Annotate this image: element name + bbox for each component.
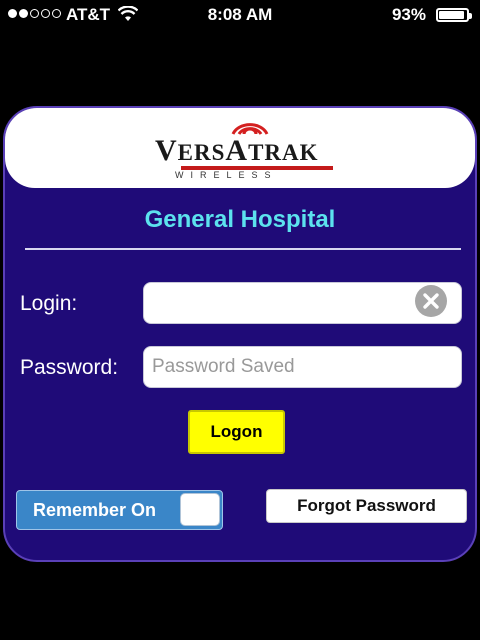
password-label: Password:	[20, 356, 119, 379]
clear-icon[interactable]	[415, 285, 447, 317]
brand-name: VERSATRAK	[155, 134, 319, 167]
versatrak-logo: VERSATRAK WIRELESS	[155, 118, 340, 182]
logo-header: VERSATRAK WIRELESS	[5, 108, 475, 188]
remember-toggle-label: Remember On	[33, 500, 157, 520]
brand-subtitle: WIRELESS	[175, 170, 278, 180]
login-card: VERSATRAK WIRELESS General Hospital Logi…	[3, 106, 477, 562]
status-bar: AT&T 8:08 AM 93%	[0, 0, 480, 30]
remember-toggle[interactable]: Remember On	[16, 490, 223, 530]
logon-button[interactable]: Logon	[188, 410, 285, 454]
hospital-title: General Hospital	[144, 206, 336, 233]
battery-icon	[436, 8, 472, 22]
battery-percent: 93%	[391, 5, 426, 24]
forgot-password-button[interactable]: Forgot Password	[266, 489, 467, 523]
title-divider	[25, 248, 461, 250]
login-label: Login:	[20, 292, 78, 315]
toggle-knob[interactable]	[180, 493, 220, 526]
password-input[interactable]	[143, 346, 462, 388]
